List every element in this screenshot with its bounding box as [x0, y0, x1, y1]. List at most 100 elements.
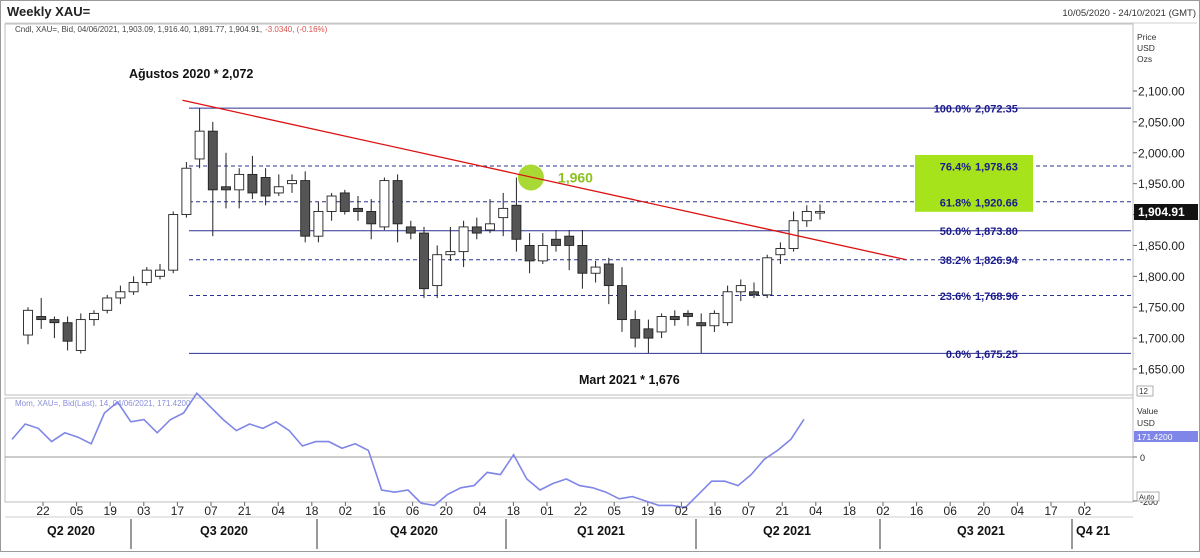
candle-body [735, 285, 746, 293]
fib-level-percent: 100.0% [934, 104, 972, 116]
week-tick-label: 07 [204, 504, 218, 518]
candle-body [511, 204, 522, 240]
price-axis-title: Price USD Ozs [1137, 32, 1159, 64]
week-tick-label: 02 [876, 504, 890, 518]
candle-body [102, 297, 113, 311]
price-tick-label: 1,750.00 [1138, 301, 1185, 315]
price-axis-ticks: 2,100.002,050.002,000.001,950.001,900.00… [1133, 85, 1185, 377]
price-tick-label: 2,000.00 [1138, 146, 1185, 160]
candle-body [62, 322, 73, 342]
time-axis: 22 05 19 03 17 07 21 04 18 02 16 06 20 04 18 01 22 05 19 02… [36, 502, 1110, 549]
week-tick-label: 02 [1078, 504, 1092, 518]
low-annotation: Mart 2021 * 1,676 [579, 373, 680, 387]
candle-body [49, 319, 60, 324]
candle-body [775, 248, 786, 256]
candle-body [590, 266, 601, 274]
current-price-badge: 1,904.91 [1138, 205, 1185, 219]
candle-body [749, 291, 759, 296]
week-tick-label: 16 [708, 504, 722, 518]
candle-body [366, 211, 377, 225]
price-tick-label: 2,100.00 [1138, 85, 1185, 99]
price-tick-label: 1,700.00 [1138, 332, 1185, 346]
fib-level-value: 1,978.63 [975, 161, 1018, 173]
candle-body [683, 312, 693, 317]
price-tick-label: 1,800.00 [1138, 270, 1185, 284]
fib-level-percent: 23.6% [940, 291, 971, 303]
candle-body [722, 291, 733, 324]
quarter-label: Q2 2020 [47, 524, 95, 538]
week-tick-label: 06 [944, 504, 958, 518]
fib-level-percent: 76.4% [940, 161, 971, 173]
week-tick-label: 04 [809, 504, 823, 518]
scale-badge[interactable]: 12 [1139, 387, 1148, 396]
week-tick-label: 18 [843, 504, 857, 518]
candle-body [551, 238, 561, 246]
candle-body [89, 312, 99, 321]
fib-level-value: 1,873.80 [975, 226, 1018, 238]
quarter-label: Q4 21 [1076, 524, 1110, 538]
candle-body [115, 291, 126, 299]
candle-body [656, 316, 667, 333]
candle-body [524, 244, 535, 262]
candle-body [221, 186, 231, 191]
momentum-legend: Mom, XAU=, Bid(Last), 14, 04/06/2021, 17… [15, 399, 191, 408]
candle-body [432, 254, 443, 287]
week-tick-label: 17 [1044, 504, 1058, 518]
chart-canvas: Weekly XAU= 10/05/2020 - 24/10/2021 (GMT… [4, 4, 1198, 549]
candle-body [815, 211, 825, 214]
week-tick-label: 04 [473, 504, 487, 518]
candle-body [498, 207, 509, 219]
momentum-value-badge: 171.4200 [1137, 432, 1173, 442]
momentum-axis-title: Value USD [1137, 406, 1160, 428]
fib-level-percent: 0.0% [946, 349, 971, 361]
week-tick-label: 21 [776, 504, 790, 518]
price-tick-label: 2,050.00 [1138, 115, 1185, 129]
momentum-panel-frame [4, 397, 1134, 503]
week-tick-label: 01 [540, 504, 554, 518]
week-tick-label: 03 [137, 504, 151, 518]
candle-body [485, 223, 495, 231]
candle-body [603, 263, 614, 287]
candle-body [617, 285, 627, 321]
candle-body [630, 319, 641, 339]
week-tick-label: 18 [305, 504, 319, 518]
candle-body [801, 211, 812, 222]
candle-body [669, 316, 680, 321]
quarter-label: Q3 2021 [957, 524, 1005, 538]
momentum-line [11, 391, 805, 509]
candle-body [207, 130, 218, 191]
price-tick-label: 1,950.00 [1138, 177, 1185, 191]
date-range: 10/05/2020 - 24/10/2021 (GMT) [1062, 8, 1196, 19]
candle-body [287, 180, 297, 185]
candle-body [23, 309, 33, 336]
chart-title: Weekly XAU= [7, 4, 91, 19]
candle-body [643, 328, 654, 339]
fib-level-value: 2,072.35 [975, 104, 1018, 116]
week-tick-label: 20 [977, 504, 991, 518]
candle-body [379, 180, 390, 228]
fib-level-percent: 61.8% [940, 197, 971, 209]
fib-level-value: 1,826.94 [975, 255, 1019, 267]
candle-body [326, 195, 337, 212]
fib-level-value: 1,920.66 [975, 197, 1018, 209]
candle-body [168, 214, 179, 271]
week-tick-label: 05 [608, 504, 622, 518]
candle-body [458, 226, 469, 253]
auto-scale-button[interactable]: Auto [1139, 493, 1154, 502]
candle-body [577, 244, 588, 274]
candle-body [445, 251, 456, 256]
week-tick-label: 18 [507, 504, 521, 518]
week-tick-label: 22 [36, 504, 50, 518]
quarter-label: Q1 2021 [577, 524, 625, 538]
candle-body [194, 130, 205, 160]
quarter-label: Q2 2021 [763, 524, 811, 538]
candle-body [353, 207, 363, 212]
momentum-tick-label: 0 [1140, 453, 1145, 463]
candle-body [405, 226, 416, 234]
price-tick-label: 1,650.00 [1138, 363, 1185, 377]
week-tick-label: 20 [440, 504, 454, 518]
candle-body [762, 257, 773, 296]
downtrend-line [182, 99, 906, 261]
candle-legend: Cndl, XAU=, Bid, 04/06/2021, 1,903.09, 1… [15, 25, 328, 34]
week-tick-label: 16 [372, 504, 386, 518]
